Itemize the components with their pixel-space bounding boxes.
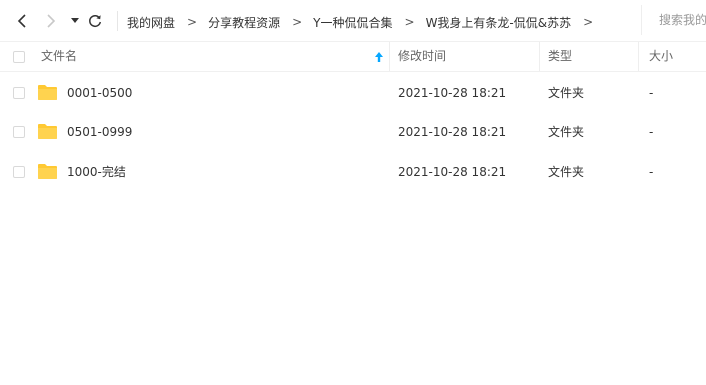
file-row[interactable]: 0501-0999 2021-10-28 18:21 文件夹 - (0, 112, 706, 152)
search-box (641, 5, 706, 35)
file-size: - (649, 165, 654, 179)
file-type: 文件夹 (548, 125, 585, 139)
breadcrumb-separator: > (404, 15, 415, 29)
row-checkbox[interactable] (13, 87, 25, 99)
column-header-size[interactable]: 大小 (649, 42, 673, 71)
select-all-checkbox[interactable] (13, 51, 25, 63)
history-dropdown-button[interactable] (69, 11, 81, 31)
search-input[interactable] (659, 13, 706, 27)
file-name[interactable]: 1000-完结 (67, 152, 126, 192)
breadcrumb-separator: > (292, 15, 303, 29)
file-row[interactable]: 0001-0500 2021-10-28 18:21 文件夹 - (0, 73, 706, 113)
breadcrumb-item-current[interactable]: W我身上有条龙-侃侃&苏苏 (426, 14, 572, 31)
row-checkbox[interactable] (13, 126, 25, 138)
chevron-right-icon (47, 14, 56, 28)
caret-down-icon (71, 18, 79, 23)
column-divider[interactable] (389, 42, 390, 71)
file-type: 文件夹 (548, 165, 585, 179)
back-button[interactable] (14, 11, 30, 31)
breadcrumb-separator[interactable]: > (583, 15, 593, 29)
file-size: - (649, 86, 654, 100)
breadcrumb-item[interactable]: 分享教程资源 (208, 14, 280, 31)
folder-icon (38, 85, 57, 100)
column-header-type[interactable]: 类型 (548, 42, 572, 71)
file-modified-time: 2021-10-28 18:21 (398, 165, 507, 179)
file-type: 文件夹 (548, 86, 585, 100)
file-list-header: 文件名 修改时间 类型 大小 (0, 42, 706, 72)
column-header-name[interactable]: 文件名 (41, 42, 77, 71)
file-name[interactable]: 0001-0500 (67, 73, 132, 113)
file-row[interactable]: 1000-完结 2021-10-28 18:21 文件夹 - (0, 152, 706, 192)
refresh-icon (89, 14, 102, 28)
file-modified-time: 2021-10-28 18:21 (398, 125, 507, 139)
breadcrumb-item-root[interactable]: 我的网盘 (127, 14, 175, 31)
breadcrumb-item[interactable]: Y一种侃侃合集 (313, 14, 392, 31)
toolbar-divider (117, 11, 118, 31)
file-name[interactable]: 0501-0999 (67, 112, 132, 152)
chevron-left-icon (17, 14, 26, 28)
column-divider[interactable] (638, 42, 639, 71)
forward-button[interactable] (43, 11, 59, 31)
folder-icon (38, 124, 57, 139)
folder-icon (38, 164, 57, 179)
file-size: - (649, 125, 654, 139)
column-divider[interactable] (539, 42, 540, 71)
refresh-button[interactable] (87, 11, 103, 31)
column-header-mtime[interactable]: 修改时间 (398, 42, 446, 71)
breadcrumb: 我的网盘 > 分享教程资源 > Y一种侃侃合集 > W我身上有条龙-侃侃&苏苏 … (127, 12, 604, 32)
toolbar: 我的网盘 > 分享教程资源 > Y一种侃侃合集 > W我身上有条龙-侃侃&苏苏 … (0, 0, 706, 42)
file-modified-time: 2021-10-28 18:21 (398, 86, 507, 100)
breadcrumb-separator: > (187, 15, 198, 29)
row-checkbox[interactable] (13, 166, 25, 178)
arrow-up-icon[interactable] (374, 51, 384, 63)
